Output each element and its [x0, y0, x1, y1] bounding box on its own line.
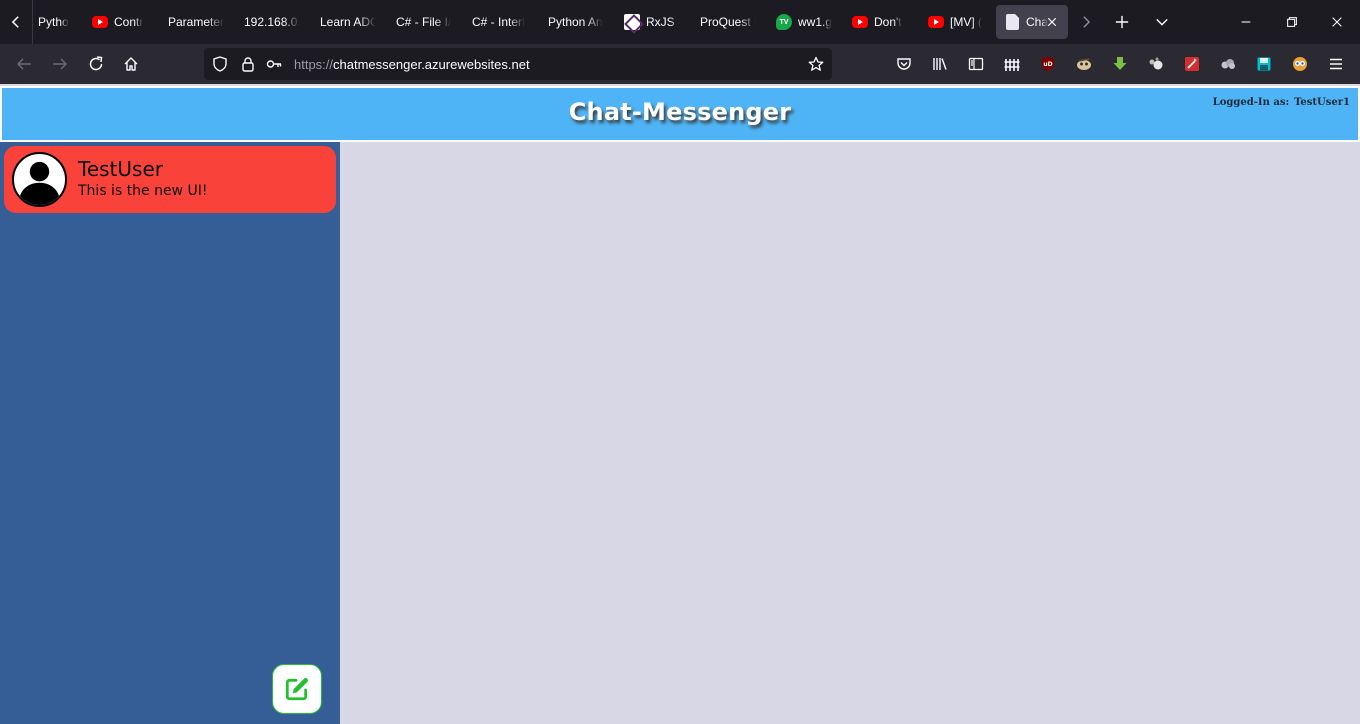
sidebar-icon[interactable]: [966, 54, 986, 74]
dots-extension-icon[interactable]: [1146, 54, 1166, 74]
tab-title: Parameter: [168, 15, 224, 29]
reload-icon: [89, 56, 103, 71]
document-icon: [1004, 14, 1020, 30]
logged-in-label: Logged-In as:: [1212, 97, 1290, 108]
tab[interactable]: Python An: [548, 5, 604, 39]
scroll-tabs-right-button[interactable]: [1072, 8, 1100, 36]
tab[interactable]: Learn ADO: [320, 5, 376, 39]
close-tab-button[interactable]: [1044, 14, 1060, 30]
tab[interactable]: Contr: [92, 5, 148, 39]
home-button[interactable]: [117, 50, 145, 78]
tab[interactable]: TV ww1.g: [776, 5, 832, 39]
page-content: Chat-Messenger Logged-In as: TestUser1 Te…: [0, 84, 1360, 724]
tab[interactable]: [MV] (: [928, 5, 984, 39]
new-tab-button[interactable]: [1108, 8, 1136, 36]
tab-title: ww1.g: [798, 15, 832, 29]
pocket-icon[interactable]: [894, 54, 914, 74]
new-chat-button[interactable]: [272, 664, 322, 714]
tab-title: Learn ADO: [320, 15, 376, 29]
minimize-icon: [1241, 21, 1251, 23]
tv-icon: TV: [776, 14, 792, 30]
logged-in-username: TestUser1: [1294, 97, 1350, 108]
save-icon[interactable]: [1254, 54, 1274, 74]
close-window-button[interactable]: [1323, 8, 1351, 36]
chat-list-sidebar: TestUser This is the new UI!: [0, 142, 340, 724]
magic-wand-icon[interactable]: [1182, 54, 1202, 74]
key-icon[interactable]: [266, 56, 282, 72]
tab[interactable]: Parameter: [168, 5, 224, 39]
url-text[interactable]: https://chatmessenger.azurewebsites.net: [294, 57, 530, 72]
download-arrow-icon[interactable]: [1110, 54, 1130, 74]
bookmark-star-icon[interactable]: [808, 56, 824, 72]
chat-last-message: This is the new UI!: [78, 183, 208, 199]
tab-separator: [32, 0, 33, 44]
tab-title: Contr: [114, 15, 144, 29]
youtube-icon: [928, 14, 944, 30]
rxjs-icon: [624, 14, 640, 30]
tab-title: 192.168.0.1: [244, 15, 300, 29]
tab-title: Don't: [874, 15, 902, 29]
tab-title: ProQuest E: [700, 15, 756, 29]
tab[interactable]: C# - Interf: [472, 5, 528, 39]
tab-active[interactable]: Cha: [996, 5, 1068, 39]
edit-icon: [285, 678, 308, 701]
lock-icon[interactable]: [240, 56, 256, 72]
cloud-extension-icon[interactable]: [1218, 54, 1238, 74]
arrow-right-icon: [53, 58, 68, 70]
chevron-right-icon: [1083, 16, 1091, 28]
list-all-tabs-button[interactable]: [1148, 8, 1176, 36]
youtube-icon: [852, 14, 868, 30]
plus-icon: [1115, 15, 1129, 29]
home-icon: [124, 57, 138, 71]
tab-title: C# - Interf: [472, 15, 526, 29]
back-button[interactable]: [10, 50, 38, 78]
user-avatar-icon: [12, 152, 67, 207]
arrow-left-icon: [16, 58, 31, 70]
ublock-icon[interactable]: uD: [1038, 54, 1058, 74]
logged-in-status: Logged-In as: TestUser1: [1213, 97, 1350, 108]
shield-icon[interactable]: [212, 56, 228, 72]
fence-icon[interactable]: [1002, 54, 1022, 74]
tab-title: C# - File I/: [396, 15, 452, 29]
close-icon: [1332, 17, 1342, 27]
tab-title: Python An: [548, 15, 603, 29]
app-title: Chat-Messenger: [568, 98, 792, 126]
extension-face-icon[interactable]: [1074, 54, 1094, 74]
tab[interactable]: 192.168.0.1: [244, 5, 300, 39]
forward-button[interactable]: [46, 50, 74, 78]
url-host: chatmessenger.azurewebsites.net: [333, 57, 530, 72]
owl-extension-icon[interactable]: [1290, 54, 1310, 74]
restore-window-button[interactable]: [1278, 8, 1306, 36]
tab[interactable]: Pytho: [38, 5, 72, 39]
tab-title: [MV] (: [950, 15, 982, 29]
chat-conversation-area: [340, 142, 1360, 724]
chevron-down-icon: [1156, 18, 1168, 26]
tab-title: RxJS -: [646, 15, 680, 29]
hamburger-menu-icon[interactable]: [1326, 54, 1346, 74]
chat-contact-name: TestUser: [78, 157, 163, 181]
restore-icon: [1287, 17, 1297, 27]
tab-title: Pytho: [38, 15, 69, 29]
library-icon[interactable]: [930, 54, 950, 74]
tab[interactable]: ProQuest E: [700, 5, 756, 39]
chevron-left-icon: [11, 16, 19, 28]
tab[interactable]: RxJS -: [624, 5, 680, 39]
url-protocol: https://: [294, 57, 334, 72]
minimize-window-button[interactable]: [1232, 8, 1260, 36]
tab[interactable]: C# - File I/: [396, 5, 452, 39]
youtube-icon: [92, 14, 108, 30]
tab[interactable]: Don't: [852, 5, 908, 39]
scroll-tabs-left-button[interactable]: [4, 8, 28, 36]
url-bar[interactable]: https://chatmessenger.azurewebsites.net: [204, 48, 832, 80]
reload-button[interactable]: [82, 50, 110, 78]
close-icon: [1047, 17, 1057, 27]
app-header: Chat-Messenger Logged-In as: TestUser1: [0, 86, 1360, 142]
chat-list-item[interactable]: TestUser This is the new UI!: [4, 146, 336, 213]
navigation-toolbar: https://chatmessenger.azurewebsites.net …: [0, 44, 1360, 84]
tab-strip: Pytho Contr Parameter 192.168.0.1 Learn …: [0, 0, 1360, 44]
svg-text:uD: uD: [1043, 61, 1052, 68]
